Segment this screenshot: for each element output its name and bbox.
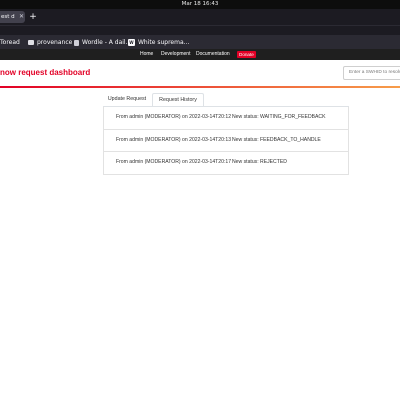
browser-tab-strip: est d ✕ <box>0 9 400 25</box>
folder-icon <box>28 40 34 45</box>
bookmark-toread[interactable]: Toread <box>0 36 20 49</box>
page-header: now request dashboard Enter a SWHID to r… <box>0 60 400 86</box>
bookmark-label: White suprema... <box>138 39 190 46</box>
nav-home[interactable]: Home <box>140 49 153 60</box>
bookmark-label: provenance <box>37 39 73 46</box>
tab-request-history[interactable]: Request History <box>152 93 204 107</box>
wp-icon: W <box>128 39 135 46</box>
history-status: New status: WAITING_FOR_FEEDBACK <box>232 114 326 120</box>
new-tab-button[interactable]: + <box>29 9 37 25</box>
bookmarks-bar: Toread provenance Wordle - A dail... W W… <box>0 36 400 49</box>
history-status: New status: REJECTED <box>232 159 287 165</box>
document-icon <box>74 39 79 46</box>
history-row: From admin (MODERATOR) on 2022-03-14T20:… <box>103 129 349 152</box>
history-author: From admin (MODERATOR) on 2022-03-14T20:… <box>116 136 232 143</box>
address-bar[interactable] <box>0 26 400 35</box>
bookmark-label: Wordle - A dail... <box>82 39 132 46</box>
nav-documentation[interactable]: Documentation <box>196 49 230 60</box>
bookmark-provenance[interactable]: provenance <box>28 36 72 49</box>
donate-button[interactable]: Donate <box>237 51 256 58</box>
close-icon[interactable]: ✕ <box>19 11 24 23</box>
system-clock[interactable]: Mar 18 16:43 <box>182 1 219 7</box>
system-top-bar: Mar 18 16:43 <box>0 0 400 9</box>
history-status: New status: FEEDBACK_TO_HANDLE <box>232 136 321 143</box>
history-row: From admin (MODERATOR) on 2022-03-14T20:… <box>103 152 349 175</box>
browser-tab-title: est d <box>1 14 15 20</box>
site-navigation: Home Development Documentation Donate <box>0 49 400 60</box>
swhid-search-input[interactable]: Enter a SWHID to resolve <box>343 66 400 80</box>
bookmark-white-suprema[interactable]: W White suprema... <box>128 36 189 49</box>
browser-tab-active[interactable]: est d ✕ <box>0 11 25 23</box>
browser-toolbar <box>0 25 400 36</box>
request-history-list: From admin (MODERATOR) on 2022-03-14T20:… <box>103 107 349 175</box>
history-author: From admin (MODERATOR) on 2022-03-14T20:… <box>116 159 232 165</box>
page-title: now request dashboard <box>0 68 91 77</box>
header-accent-line <box>0 86 400 88</box>
bookmark-label: Toread <box>0 39 20 46</box>
request-tabs: Update Request Request History <box>103 92 349 107</box>
bookmark-wordle[interactable]: Wordle - A dail... <box>74 36 131 49</box>
tab-update-request[interactable]: Update Request <box>103 92 151 106</box>
nav-development[interactable]: Development <box>161 49 190 60</box>
history-row: From admin (MODERATOR) on 2022-03-14T20:… <box>103 107 349 130</box>
history-author: From admin (MODERATOR) on 2022-03-14T20:… <box>116 114 232 120</box>
